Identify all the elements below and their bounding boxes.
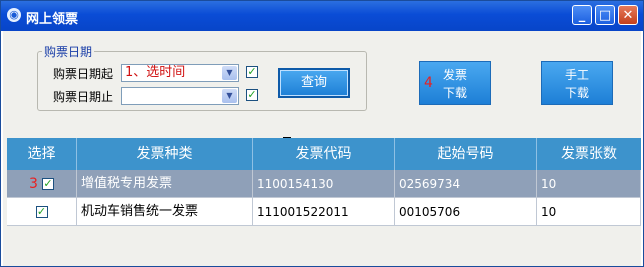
code-cell: 111001522011 [253,198,395,226]
query-button[interactable]: 查询 [278,68,350,98]
column-header-code[interactable]: 发票代码 [253,138,395,170]
code-cell: 1100154130 [253,170,395,198]
type-cell: 机动车销售统一发票 [77,198,253,226]
manual-download-button[interactable]: 手工 下载 [541,61,613,105]
table-header: 选择 发票种类 发票代码 起始号码 发票张数 [7,138,641,170]
end-date-select[interactable]: ▼ [121,87,239,105]
group-title: 购票日期 [44,45,93,59]
query-button-label: 查询 [300,75,327,90]
step-3-marker: 3 [29,176,38,192]
select-cell[interactable]: 3 ✓ [7,170,77,198]
end-date-label: 购票日期止 [53,90,114,104]
invoice-download-button[interactable]: 4 发票 下载 [419,61,491,105]
window-title: 网上领票 [26,12,79,27]
client-area: 购票日期 购票日期起 1、选时间 ▼ ✓ 购票日期止 ▼ ✓ 2 查询 4 发票… [3,31,641,266]
start-date-value: 1、选时间 [125,65,186,80]
manual-label-line1: 手工 [564,68,589,82]
column-header-count[interactable]: 发票张数 [537,138,641,170]
column-header-start-no[interactable]: 起始号码 [395,138,537,170]
count-cell: 10 [537,170,641,198]
app-window: ◉ 网上领票 _ □ ✕ 购票日期 购票日期起 1、选时间 ▼ ✓ 购票日期止 … [0,0,644,267]
manual-label-line2: 下载 [564,86,589,100]
step-4-marker: 4 [424,75,433,91]
row-checkbox[interactable]: ✓ [41,177,54,190]
column-header-type[interactable]: 发票种类 [77,138,253,170]
table-row[interactable]: 3 ✓ 增值税专用发票 1100154130 02569734 10 [7,170,641,198]
title-bar[interactable]: ◉ 网上领票 _ □ ✕ [1,1,643,31]
start-date-select[interactable]: 1、选时间 ▼ [121,64,239,82]
close-button[interactable]: ✕ [618,5,638,25]
chevron-down-icon[interactable]: ▼ [222,89,237,103]
start-date-label: 购票日期起 [53,67,114,81]
maximize-button[interactable]: □ [595,5,615,25]
row-checkbox[interactable]: ✓ [35,205,48,218]
chevron-down-icon[interactable]: ▼ [222,66,237,80]
app-icon: ◉ [7,8,21,22]
start-date-checkbox[interactable]: ✓ [246,66,258,78]
end-date-checkbox[interactable]: ✓ [246,89,258,101]
start-no-cell: 02569734 [395,170,537,198]
count-cell: 10 [537,198,641,226]
select-cell[interactable]: ✓ [7,198,77,226]
table-row[interactable]: ✓ 机动车销售统一发票 111001522011 00105706 10 [7,198,641,226]
minimize-button[interactable]: _ [572,5,592,25]
start-no-cell: 00105706 [395,198,537,226]
type-cell: 增值税专用发票 [77,170,253,198]
column-header-select[interactable]: 选择 [7,138,77,170]
